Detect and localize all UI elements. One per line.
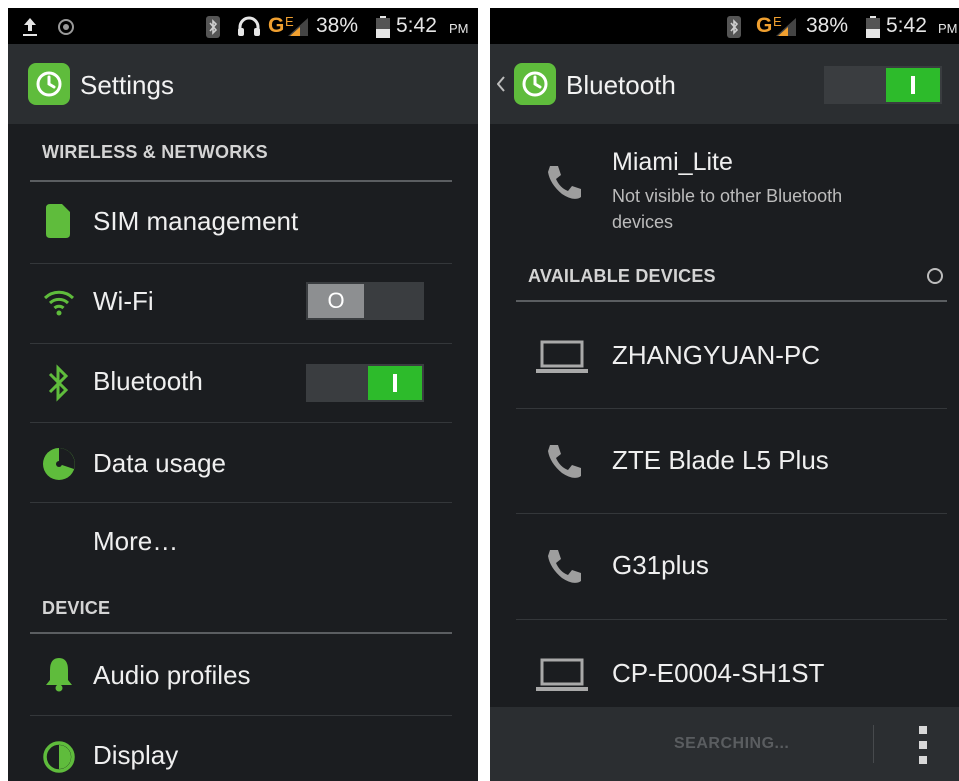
device-name: ZTE Blade L5 Plus	[612, 445, 829, 475]
status-bar: G E 38% 5:42 PM	[8, 8, 478, 44]
network-type: G	[756, 14, 773, 37]
bluetooth-master-toggle[interactable]	[824, 66, 942, 104]
clock-ampm: PM	[938, 21, 958, 36]
battery-icon	[376, 16, 390, 38]
section-header-wireless: WIRELESS & NETWORKS	[42, 142, 268, 162]
overflow-menu-button[interactable]	[908, 723, 938, 767]
bluetooth-status-icon	[727, 16, 741, 38]
settings-screen: G E 38% 5:42 PM Settings WIRELESS & NETW…	[8, 8, 478, 781]
settings-item-label: Display	[93, 740, 179, 770]
bluetooth-icon	[48, 364, 69, 402]
battery-icon	[866, 16, 880, 38]
up-navigation[interactable]	[494, 54, 560, 114]
device-name: CP-E0004-SH1ST	[612, 658, 825, 688]
bluetooth-device-list: Miami_Lite Not visible to other Bluetoot…	[490, 124, 959, 781]
clock: 5:42	[886, 14, 927, 37]
settings-item-wifi[interactable]: Wi-Fi O	[8, 264, 478, 344]
clock: 5:42	[396, 14, 437, 37]
settings-item-sim[interactable]: SIM management	[8, 182, 478, 262]
gear-icon	[36, 71, 62, 97]
upload-icon	[23, 18, 37, 36]
brightness-icon	[43, 741, 75, 773]
settings-item-audio-profiles[interactable]: Audio profiles	[8, 634, 478, 714]
battery-percent: 38%	[806, 14, 849, 37]
notification-icon	[58, 19, 74, 35]
data-usage-icon	[43, 448, 75, 480]
settings-item-bluetooth[interactable]: Bluetooth	[8, 344, 478, 424]
bluetooth-device-row[interactable]: G31plus	[490, 514, 959, 619]
settings-item-label: Data usage	[93, 448, 226, 478]
device-visibility-cont: devices	[612, 212, 674, 232]
device-visibility: Not visible to other Bluetooth	[612, 186, 843, 206]
divider	[30, 502, 452, 503]
section-header-available: AVAILABLE DEVICES	[528, 266, 716, 286]
settings-item-label: Bluetooth	[93, 366, 203, 396]
settings-item-more[interactable]: More…	[8, 504, 478, 580]
status-bar: G E 38% 5:42 PM	[490, 8, 959, 44]
settings-item-label: Wi-Fi	[93, 286, 154, 316]
chevron-left-icon	[497, 76, 505, 92]
wifi-icon	[43, 290, 75, 316]
signal-icon	[776, 18, 796, 36]
settings-item-display[interactable]: Display	[8, 716, 478, 781]
settings-app-icon[interactable]	[28, 63, 70, 105]
device-name: ZHANGYUAN-PC	[612, 340, 821, 370]
settings-item-label: More…	[93, 526, 179, 556]
bell-icon	[46, 658, 72, 692]
headphones-icon	[238, 16, 260, 36]
toggle-knob-off: O	[308, 284, 364, 318]
phone-icon	[548, 550, 581, 583]
searching-button[interactable]: SEARCHING...	[674, 735, 789, 753]
laptop-icon	[536, 340, 588, 373]
bluetooth-screen: G E 38% 5:42 PM Bluetooth Miami_Lite Not…	[490, 8, 959, 781]
settings-item-data-usage[interactable]: Data usage	[8, 424, 478, 504]
bluetooth-device-row[interactable]: ZHANGYUAN-PC	[490, 302, 959, 407]
laptop-icon	[536, 658, 588, 691]
toggle-knob-on	[886, 68, 940, 102]
settings-item-label: Audio profiles	[93, 660, 251, 690]
bluetooth-status-icon	[206, 16, 220, 38]
action-bar: Bluetooth	[490, 44, 959, 124]
phone-icon	[548, 445, 581, 478]
bar-separator	[873, 725, 874, 763]
device-name: G31plus	[612, 550, 709, 580]
battery-percent: 38%	[316, 14, 359, 37]
bluetooth-device-row[interactable]: ZTE Blade L5 Plus	[490, 409, 959, 513]
scanning-spinner-icon	[927, 268, 943, 284]
sim-card-icon	[46, 204, 70, 238]
this-device[interactable]: Miami_Lite Not visible to other Bluetoot…	[490, 124, 959, 236]
page-title: Settings	[80, 70, 174, 100]
signal-icon	[288, 18, 308, 36]
section-header-device: DEVICE	[42, 598, 111, 618]
bluetooth-toggle[interactable]	[306, 364, 424, 402]
device-name: Miami_Lite	[612, 148, 733, 176]
network-type: G	[268, 14, 285, 37]
settings-item-label: SIM management	[93, 206, 299, 236]
wifi-toggle[interactable]: O	[306, 282, 424, 320]
bluetooth-device-row[interactable]: CP-E0004-SH1ST	[490, 620, 959, 720]
toggle-knob-on	[368, 366, 422, 400]
page-title: Bluetooth	[566, 70, 676, 100]
bottom-action-bar: SEARCHING...	[490, 707, 959, 781]
settings-app-icon	[514, 63, 556, 105]
clock-ampm: PM	[449, 21, 469, 36]
divider	[30, 422, 452, 423]
gear-icon	[522, 71, 548, 97]
action-bar: Settings	[8, 44, 478, 124]
phone-icon	[548, 166, 581, 199]
settings-list: WIRELESS & NETWORKS SIM management Wi-Fi…	[8, 124, 478, 781]
more-vert-icon	[919, 726, 927, 764]
